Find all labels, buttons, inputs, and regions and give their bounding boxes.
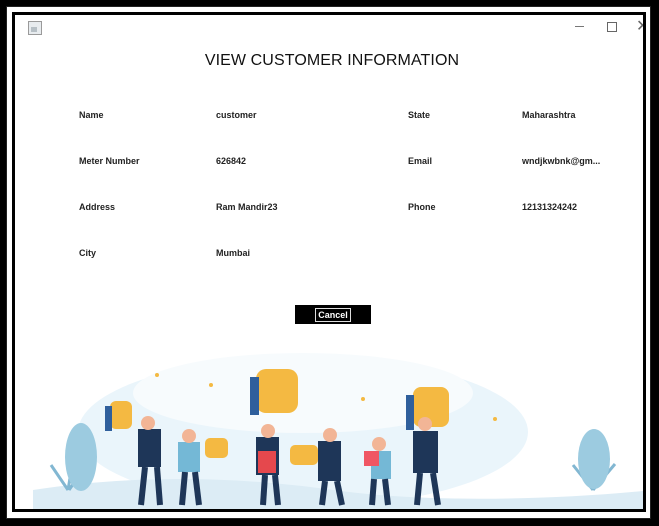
email-value: wndjkwbnk@gm... [522, 156, 601, 166]
cancel-button-label: Cancel [315, 307, 351, 322]
page-title: VIEW CUSTOMER INFORMATION [204, 52, 460, 69]
address-label: Address [79, 202, 116, 212]
cancel-button[interactable]: Cancel [295, 305, 371, 324]
meter-number-value: 626842 [216, 156, 247, 166]
maximize-button[interactable] [597, 17, 627, 37]
city-label: City [79, 248, 97, 258]
application-window: ✕ VIEW CUSTOMER INFORMATION Name custome… [12, 12, 646, 512]
name-label: Name [79, 110, 104, 120]
phone-label: Phone [408, 202, 436, 212]
close-button[interactable]: ✕ [629, 17, 643, 37]
name-value: customer [216, 110, 257, 120]
email-label: Email [408, 156, 433, 166]
thumbs-up-people-illustration [33, 353, 643, 509]
state-value: Maharashtra [522, 110, 576, 120]
city-value: Mumbai [216, 248, 251, 258]
phone-value: 12131324242 [522, 202, 578, 212]
java-app-icon [28, 21, 42, 35]
title-bar: ✕ [15, 15, 643, 41]
maximize-icon [607, 22, 617, 32]
meter-number-label: Meter Number [79, 156, 140, 166]
close-icon: ✕ [636, 17, 643, 37]
address-value: Ram Mandir23 [216, 202, 278, 212]
minimize-button[interactable] [565, 17, 595, 37]
state-label: State [408, 110, 431, 120]
minimize-icon [575, 26, 584, 27]
